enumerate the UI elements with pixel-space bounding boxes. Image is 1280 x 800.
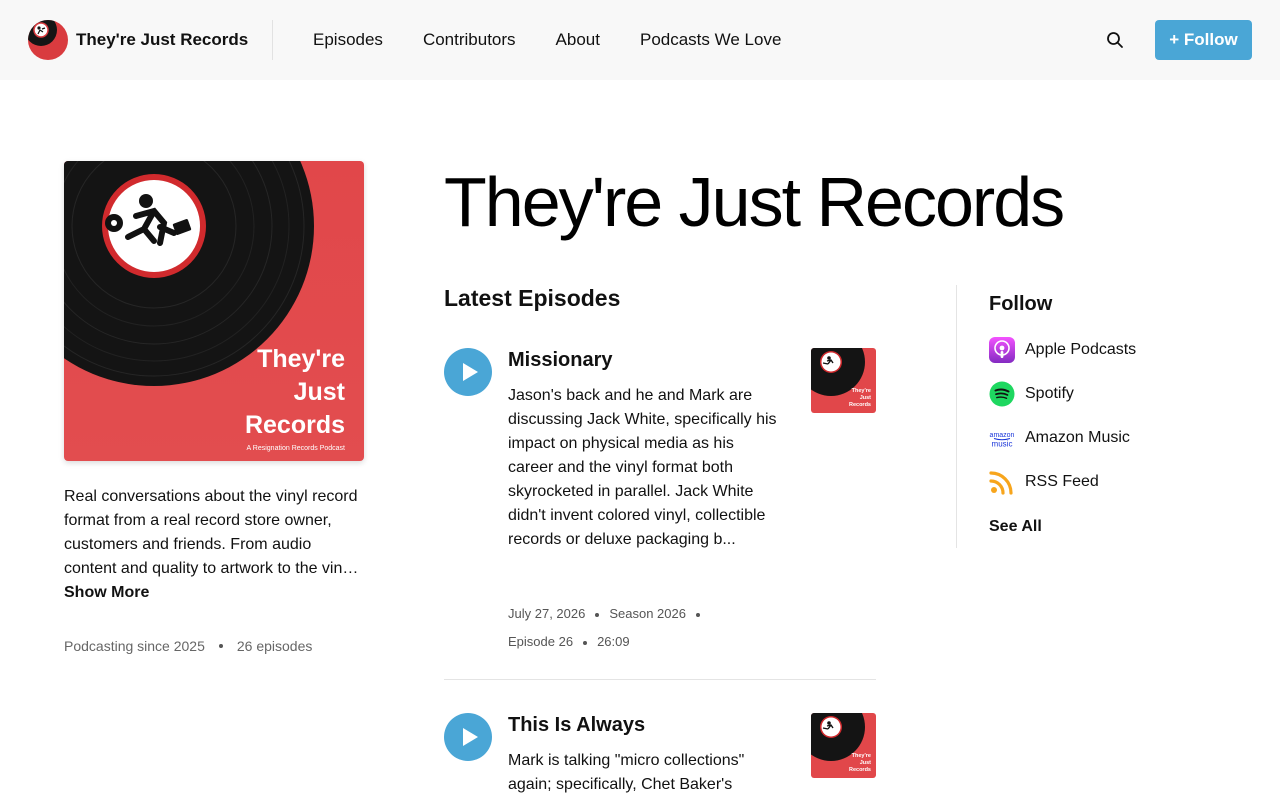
svg-text:They're: They're (852, 753, 871, 759)
episode-meta: July 27, 2026 Season 2026 Episode 26 26:09 (508, 600, 738, 656)
episode-date: July 27, 2026 (508, 606, 586, 621)
search-button[interactable] (1101, 26, 1129, 54)
separator-dot (218, 644, 223, 648)
nav-episodes[interactable]: Episodes (293, 30, 403, 50)
apple-podcasts-icon (989, 337, 1015, 363)
episode-title[interactable]: Missionary (508, 349, 612, 372)
search-icon (1107, 32, 1123, 48)
nav-podcasts-we-love[interactable]: Podcasts We Love (620, 30, 801, 50)
brand-name: They're Just Records (76, 30, 249, 49)
episode-card: This Is Always Mark is talking "micro co… (444, 713, 876, 800)
latest-episodes-heading: Latest Episodes (444, 285, 621, 311)
amazon-music-icon: amazon music (990, 432, 1015, 449)
episode-count: 26 episodes (236, 638, 313, 654)
cover-title-line: They're (257, 345, 345, 373)
svg-text:Records: Records (849, 767, 871, 773)
list-item: amazon music Amazon Music (989, 424, 1136, 468)
podcast-logo-icon (28, 20, 68, 60)
separator-dot (695, 612, 700, 617)
platform-label: Spotify (1025, 385, 1074, 402)
nav-about[interactable]: About (536, 30, 620, 50)
cover-title-line: Just (293, 378, 345, 406)
platform-list: Apple Podcasts Spotify amazon music Amaz… (989, 336, 1136, 512)
cover-title: They're Just Records (245, 343, 345, 442)
amazon-music-link[interactable]: amazon music Amazon Music (989, 424, 1130, 452)
platform-label: Apple Podcasts (1025, 341, 1137, 358)
page-title: They're Just Records (444, 163, 1065, 241)
episode-description: Jason's back and he and Mark are discuss… (508, 387, 777, 548)
svg-text:Just: Just (860, 395, 871, 401)
spotify-link[interactable]: Spotify (989, 380, 1074, 408)
cover-subtitle: A Resignation Records Podcast (246, 445, 345, 452)
episode-title[interactable]: This Is Always (508, 714, 645, 737)
rss-feed-link[interactable]: RSS Feed (989, 468, 1099, 496)
cover-title-line: Records (244, 411, 345, 439)
description-text: Real conversations about the vinyl recor… (64, 488, 358, 577)
follow-heading: Follow (989, 293, 1053, 315)
episode-card: Missionary Jason's back and he and Mark … (444, 348, 876, 680)
follow-button[interactable]: + Follow (1155, 20, 1252, 60)
spotify-icon (989, 381, 1015, 407)
podcast-stats: Podcasting since 2025 26 episodes (64, 638, 312, 654)
svg-text:amazon: amazon (990, 432, 1015, 439)
rss-icon (989, 471, 1013, 495)
apple-podcasts-link[interactable]: Apple Podcasts (989, 336, 1136, 364)
svg-text:Just: Just (860, 760, 871, 766)
main-nav: Episodes Contributors About Podcasts We … (293, 0, 801, 80)
platform-label: RSS Feed (1025, 473, 1099, 490)
svg-text:music: music (992, 440, 1013, 449)
top-navigation-bar: They're Just Records Episodes Contributo… (0, 0, 1280, 80)
episode-thumbnail[interactable]: They're Just Records (811, 713, 876, 778)
sidebar-divider (956, 285, 957, 548)
list-item: Spotify (989, 380, 1136, 424)
podcasting-since: Podcasting since 2025 (64, 638, 205, 654)
show-more-button[interactable]: Show More (64, 581, 364, 605)
header-divider (272, 20, 273, 60)
list-item: RSS Feed (989, 468, 1136, 512)
svg-text:They're: They're (852, 388, 871, 394)
list-item: Apple Podcasts (989, 336, 1136, 380)
nav-contributors[interactable]: Contributors (403, 30, 536, 50)
play-button[interactable] (444, 713, 492, 761)
play-button[interactable] (444, 348, 492, 396)
episode-description: Mark is talking "micro collections" agai… (508, 752, 745, 793)
cover-art: They're Just Records A Resignation Recor… (64, 161, 364, 461)
podcast-description: Real conversations about the vinyl recor… (64, 485, 364, 605)
see-all-link[interactable]: See All (989, 518, 1042, 536)
svg-text:Records: Records (849, 402, 871, 408)
episode-thumbnail[interactable]: They're Just Records (811, 348, 876, 413)
episode-number: Episode 26 (508, 634, 574, 649)
platform-label: Amazon Music (1025, 429, 1130, 446)
episode-duration: 26:09 (597, 634, 630, 649)
episode-season: Season 2026 (609, 606, 686, 621)
separator-dot (583, 640, 588, 645)
brand-home-link[interactable]: They're Just Records (28, 20, 248, 60)
separator-dot (595, 612, 600, 617)
